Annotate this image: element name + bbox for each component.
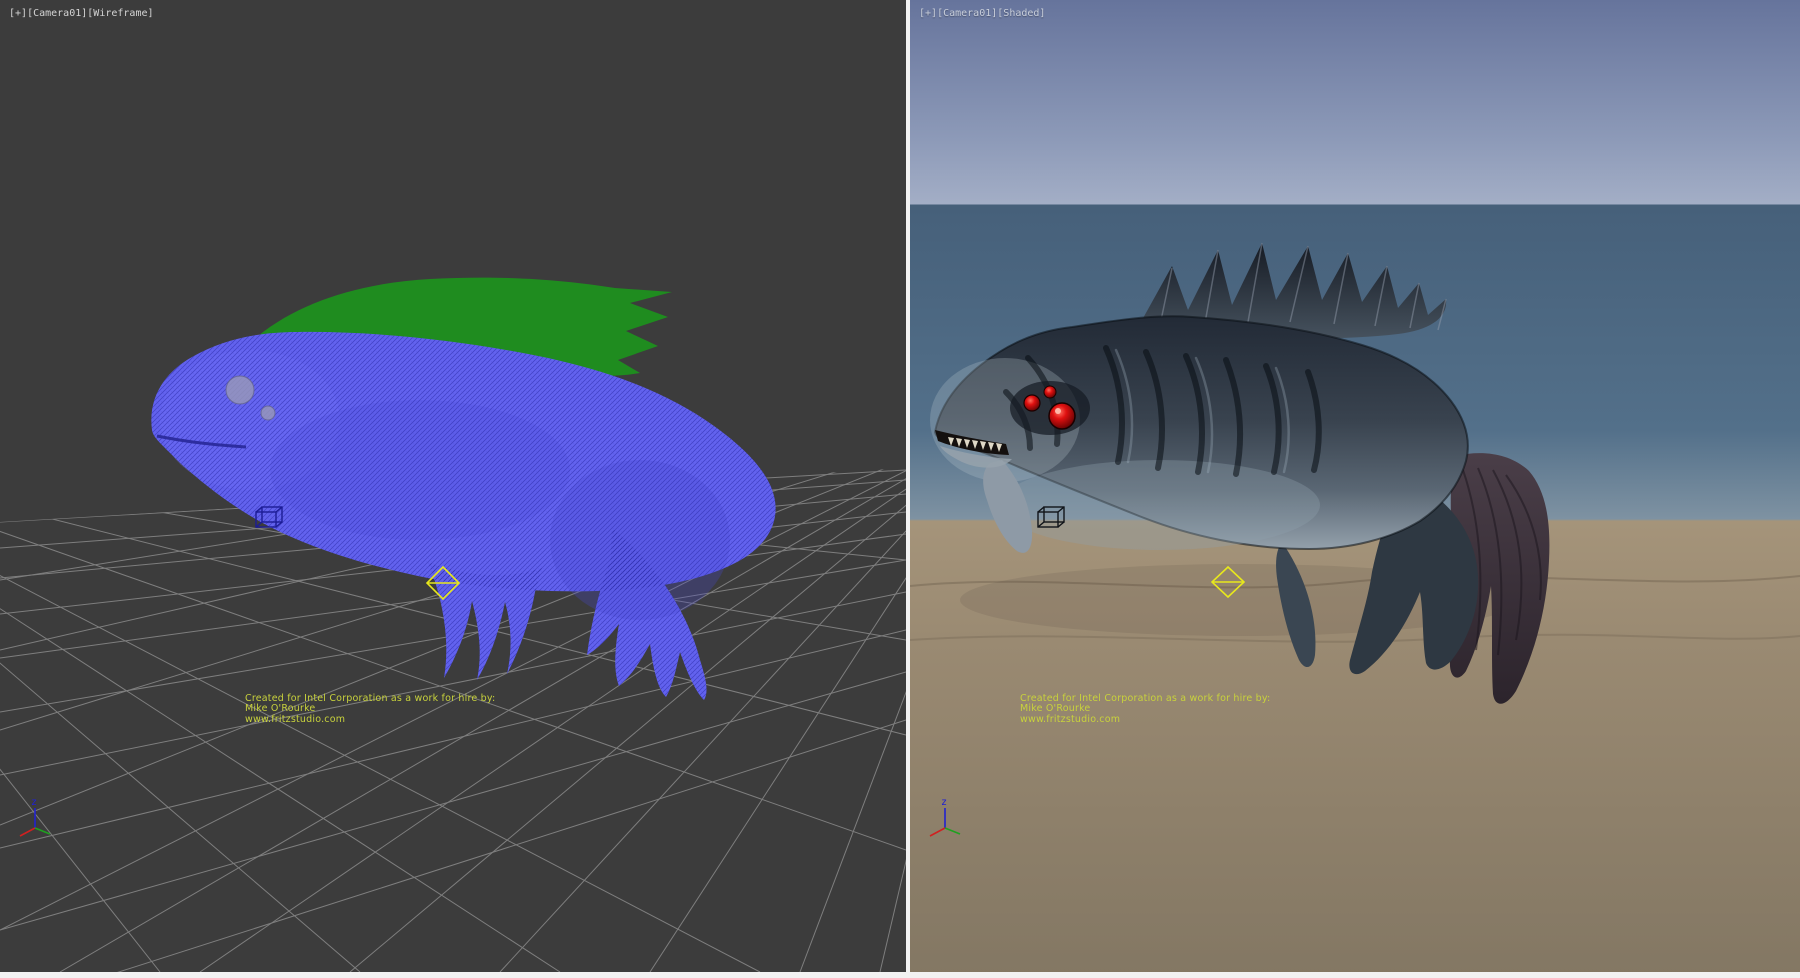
sand-dune-lines <box>910 564 1800 642</box>
axis-z-label: z <box>31 797 37 808</box>
fish-eye-highlight <box>1055 408 1061 414</box>
wireframe-scene <box>0 0 906 972</box>
credit-line: www.fritzstudio.com <box>245 715 495 725</box>
axis-x-line <box>20 828 35 836</box>
world-axis-tripod: z <box>922 794 968 840</box>
shaded-scene <box>910 0 1800 972</box>
viewport-pov-menu[interactable]: [Camera01] <box>937 8 997 19</box>
viewport-shading-menu[interactable]: [Wireframe] <box>87 8 153 19</box>
viewport-camera01-wireframe[interactable]: [+] [Camera01] [Wireframe] Created for I… <box>0 0 906 972</box>
fish-eye-spot <box>261 406 275 420</box>
viewport-label: [+] [Camera01] [Wireframe] <box>9 8 154 19</box>
axis-z-label: z <box>941 797 947 808</box>
credit-line: Mike O'Rourke <box>1020 704 1270 714</box>
dual-viewport-stage: [+] [Camera01] [Wireframe] Created for I… <box>0 0 1800 978</box>
world-axis-tripod: z <box>12 794 58 840</box>
fish-eye <box>1024 395 1040 411</box>
fish-eye <box>1044 386 1056 398</box>
viewport-pov-menu[interactable]: [Camera01] <box>27 8 87 19</box>
axis-y-line <box>945 828 960 834</box>
fish-eye-spot <box>226 376 254 404</box>
axis-x-line <box>930 828 945 836</box>
viewport-shading-menu[interactable]: [Shaded] <box>997 8 1045 19</box>
viewport-label: [+] [Camera01] [Shaded] <box>919 8 1045 19</box>
axis-y-line <box>35 828 50 834</box>
fish-pelvic-fin[interactable] <box>1276 542 1315 667</box>
viewport-general-menu[interactable]: [+] <box>9 8 27 19</box>
credit-text: Created for Intel Corporation as a work … <box>245 694 495 725</box>
credit-line: Mike O'Rourke <box>245 704 495 714</box>
viewport-camera01-shaded[interactable]: [+] [Camera01] [Shaded] Created for Inte… <box>910 0 1800 972</box>
credit-text: Created for Intel Corporation as a work … <box>1020 694 1270 725</box>
viewport-general-menu[interactable]: [+] <box>919 8 937 19</box>
fish-eye <box>1049 403 1075 429</box>
credit-line: www.fritzstudio.com <box>1020 715 1270 725</box>
